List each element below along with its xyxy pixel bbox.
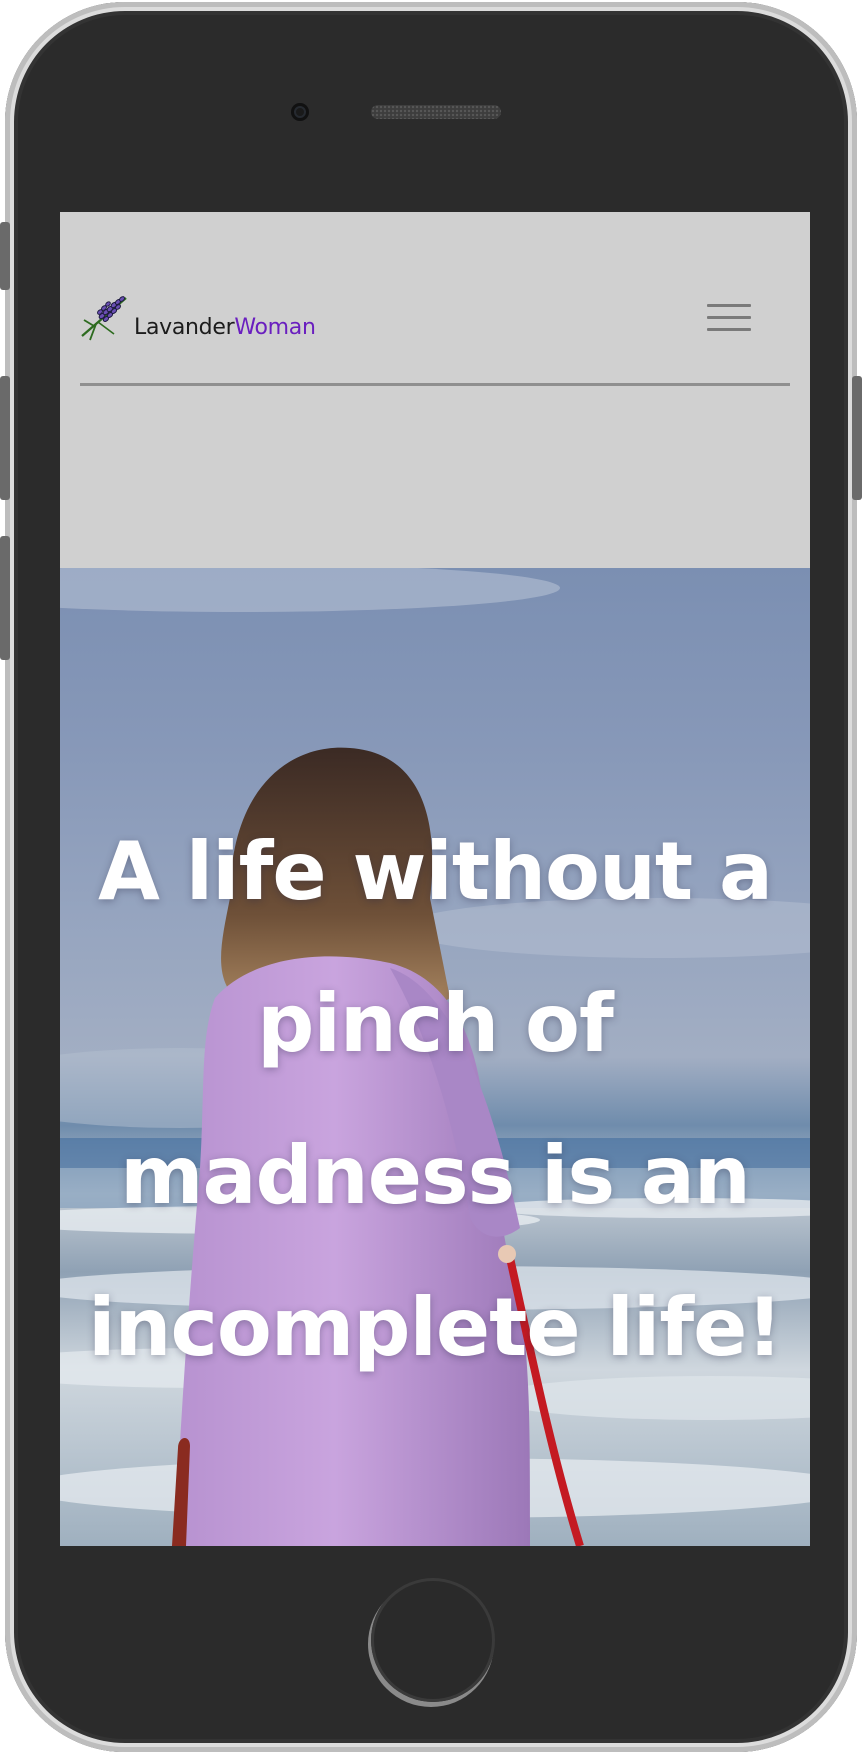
volume-down-button xyxy=(0,536,10,660)
lavender-sprig-icon xyxy=(81,296,127,341)
phone-screen: LavanderWoman A life without a pinch of … xyxy=(60,212,810,1546)
menu-line-bottom xyxy=(707,328,751,331)
menu-line-top xyxy=(707,304,751,307)
logo-wordmark: LavanderWoman xyxy=(134,315,316,340)
front-camera xyxy=(291,103,309,121)
phone-frame: LavanderWoman A life without a pinch of … xyxy=(5,2,857,1752)
site-logo[interactable]: LavanderWoman xyxy=(80,292,316,342)
hamburger-menu-icon[interactable] xyxy=(705,302,755,336)
mute-switch xyxy=(0,222,10,290)
logo-text-lavander: Lavander xyxy=(134,315,235,340)
volume-up-button xyxy=(0,376,10,500)
site-header: LavanderWoman xyxy=(60,212,810,568)
logo-text-woman: Woman xyxy=(234,315,316,340)
hero-section: A life without a pinch of madness is an … xyxy=(60,568,810,1546)
menu-line-middle xyxy=(707,316,751,319)
header-divider xyxy=(80,383,790,386)
home-button-icon[interactable] xyxy=(371,1578,495,1702)
hero-quote: A life without a pinch of madness is an … xyxy=(88,825,783,1374)
earpiece-speaker xyxy=(371,105,501,119)
power-button xyxy=(852,376,862,500)
